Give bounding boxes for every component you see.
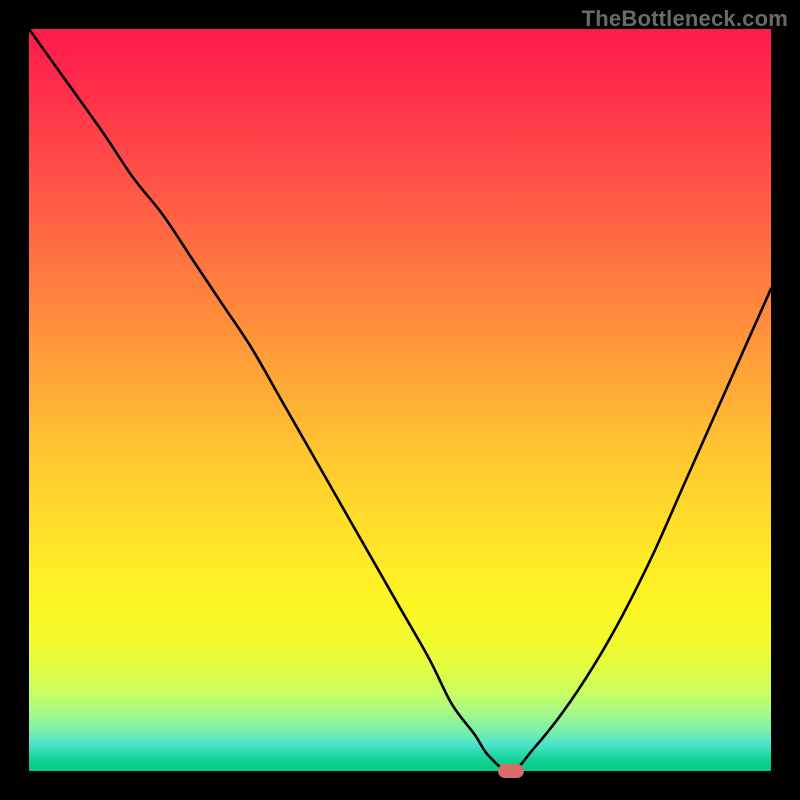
- watermark-text: TheBottleneck.com: [582, 6, 788, 32]
- plot-area: [29, 29, 771, 771]
- minimum-marker: [498, 764, 524, 778]
- curve-layer: [29, 29, 771, 771]
- chart-frame: TheBottleneck.com: [0, 0, 800, 800]
- bottleneck-curve: [29, 29, 771, 771]
